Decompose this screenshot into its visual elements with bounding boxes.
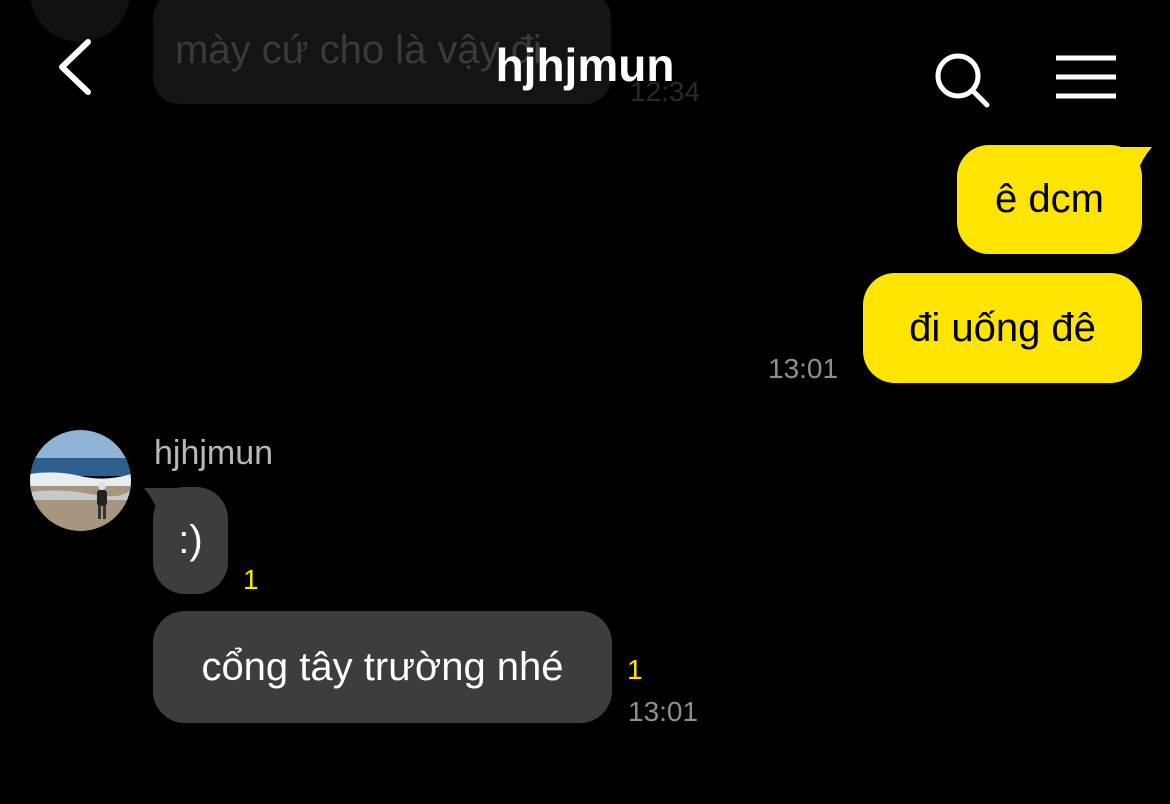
- incoming-message-bubble[interactable]: :): [153, 487, 228, 594]
- outgoing-message-bubble[interactable]: đi uống đê: [863, 273, 1142, 383]
- unread-count: 1: [243, 564, 259, 595]
- message-text: :): [178, 518, 203, 562]
- sender-name[interactable]: hjhjmun: [154, 434, 273, 473]
- message-text: đi uống đê: [909, 305, 1096, 350]
- message-text: cổng tây trường nhé: [201, 644, 564, 689]
- unread-count: 1: [627, 654, 643, 685]
- chevron-left-icon: [59, 39, 91, 95]
- chat-title[interactable]: hjhjmun: [496, 39, 675, 91]
- outgoing-message-bubble[interactable]: ê dcm: [957, 145, 1142, 254]
- search-button[interactable]: [928, 48, 994, 112]
- hamburger-menu-icon: [1056, 55, 1116, 99]
- chat-header: hjhjmun: [0, 0, 1170, 130]
- incoming-message-bubble[interactable]: cổng tây trường nhé: [153, 611, 612, 723]
- back-button[interactable]: [44, 30, 114, 104]
- message-timestamp: 13:01: [628, 696, 699, 727]
- message-timestamp: 13:01: [768, 353, 839, 384]
- menu-button[interactable]: [1050, 50, 1122, 106]
- message-text: ê dcm: [995, 177, 1104, 221]
- chat-title-wrap: hjhjmun: [0, 38, 1170, 92]
- sender-avatar[interactable]: [30, 430, 131, 531]
- beach-photo-avatar-image: [30, 430, 131, 531]
- search-icon: [935, 53, 990, 108]
